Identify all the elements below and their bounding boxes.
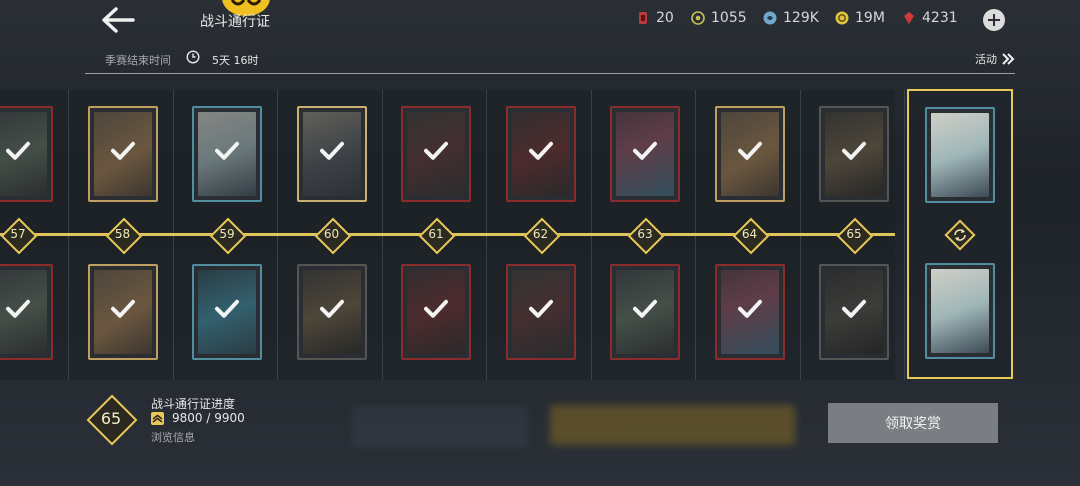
- checkmark-icon: [528, 299, 554, 323]
- clock-icon: [186, 50, 200, 64]
- level-number: 59: [219, 227, 235, 241]
- top-bar: 战斗通行证 20 1055 129K 19M 4231: [0, 0, 1080, 40]
- bottom-reward-card[interactable]: [296, 264, 367, 360]
- energy-can-icon: [639, 12, 647, 24]
- checkmark-icon: [319, 299, 345, 323]
- checkmark-icon: [110, 141, 136, 165]
- final-reward-top-card[interactable]: [925, 107, 995, 203]
- rank-chevron-icon: [151, 411, 164, 425]
- activity-link[interactable]: 活动: [975, 51, 1015, 67]
- level-marker: 59: [209, 217, 247, 255]
- level-number: 60: [323, 227, 340, 241]
- current-level: 65: [100, 409, 122, 428]
- bottom-reward-card[interactable]: [192, 264, 262, 360]
- checkmark-icon: [319, 141, 345, 165]
- red-gem-icon: [904, 12, 914, 24]
- cycle-icon[interactable]: [943, 218, 977, 252]
- level-number: 64: [741, 227, 758, 241]
- canister-reward-art: [931, 269, 989, 353]
- season-end-label: 季赛结束时间: [105, 54, 171, 67]
- progress-value: 9800 / 9900: [172, 411, 245, 425]
- blurred-button: [550, 405, 795, 445]
- back-arrow-icon[interactable]: [100, 6, 136, 34]
- currency-value: 1055: [711, 10, 747, 26]
- level-number: 62: [532, 227, 549, 241]
- browse-info-link[interactable]: 浏览信息: [151, 429, 195, 445]
- bottom-reward-card[interactable]: [714, 264, 785, 360]
- currency-value: 20: [656, 10, 674, 26]
- swirl-coin-icon: [763, 11, 777, 25]
- top-reward-card[interactable]: [0, 106, 53, 202]
- level-number: 61: [428, 227, 444, 241]
- bottom-reward-card[interactable]: [505, 264, 576, 360]
- current-level-badge: 65: [86, 394, 138, 446]
- top-reward-card[interactable]: [401, 106, 471, 202]
- battle-pass-progress: 9800 / 9900: [151, 411, 245, 425]
- claim-reward-button[interactable]: 领取奖赏: [828, 403, 998, 443]
- currency-value: 4231: [922, 10, 958, 26]
- currency-value: 19M: [855, 10, 885, 26]
- level-number: 58: [114, 227, 131, 241]
- level-marker: 64: [732, 217, 769, 255]
- activity-label: 活动: [975, 53, 997, 66]
- top-reward-card[interactable]: [819, 106, 889, 202]
- top-reward-card[interactable]: [296, 106, 367, 202]
- double-chevron-right-icon: [1002, 53, 1015, 65]
- currency-gold[interactable]: 19M: [835, 10, 885, 26]
- canister-reward-art: [931, 113, 989, 197]
- bottom-reward-card[interactable]: [87, 264, 158, 360]
- checkmark-icon: [528, 141, 554, 165]
- top-reward-card[interactable]: [714, 106, 785, 202]
- season-time: 5天 16时: [212, 54, 259, 67]
- bottom-reward-card[interactable]: [0, 264, 53, 360]
- page-title: 战斗通行证: [200, 14, 270, 30]
- top-reward-card[interactable]: [192, 106, 262, 202]
- level-marker: 63: [627, 217, 665, 255]
- checkmark-icon: [423, 141, 449, 165]
- checkmark-icon: [737, 141, 763, 165]
- bottom-reward-card[interactable]: [819, 264, 889, 360]
- checkmark-icon: [5, 299, 31, 323]
- checkmark-icon: [214, 141, 240, 165]
- checkmark-icon: [632, 299, 658, 323]
- currency-energy[interactable]: 20: [636, 10, 674, 26]
- level-marker: 61: [418, 217, 456, 255]
- level-number: 65: [846, 227, 862, 241]
- add-currency-button[interactable]: [983, 9, 1005, 31]
- currency-gems[interactable]: 4231: [902, 10, 958, 26]
- currency-credits[interactable]: 129K: [763, 10, 819, 26]
- top-reward-card[interactable]: [610, 106, 680, 202]
- checkmark-icon: [841, 141, 867, 165]
- checkmark-icon: [841, 299, 867, 323]
- checkmark-icon: [632, 141, 658, 165]
- currency-value: 129K: [783, 10, 819, 26]
- currency-gear-coins[interactable]: 1055: [691, 10, 747, 26]
- level-marker: 57: [0, 217, 38, 255]
- season-info-bar: 季赛结束时间 5天 16时 活动: [85, 46, 1015, 74]
- checkmark-icon: [110, 299, 136, 323]
- level-number: 57: [10, 227, 26, 241]
- battle-pass-progress-title: 战斗通行证进度: [151, 397, 236, 411]
- gear-coin-icon: [691, 11, 705, 25]
- final-reward-bottom-card[interactable]: [925, 263, 995, 359]
- bottom-reward-card[interactable]: [401, 264, 471, 360]
- level-marker: 65: [836, 217, 874, 255]
- top-reward-card[interactable]: [505, 106, 576, 202]
- level-marker: 60: [314, 217, 351, 255]
- top-reward-card[interactable]: [87, 106, 158, 202]
- level-number: 63: [637, 227, 653, 241]
- checkmark-icon: [214, 299, 240, 323]
- bottom-reward-card[interactable]: [610, 264, 680, 360]
- gold-coin-icon: [835, 11, 849, 25]
- checkmark-icon: [423, 299, 449, 323]
- level-marker: 62: [523, 217, 560, 255]
- level-marker: 58: [105, 217, 142, 255]
- checkmark-icon: [5, 141, 31, 165]
- blurred-panel: [352, 406, 528, 448]
- checkmark-icon: [737, 299, 763, 323]
